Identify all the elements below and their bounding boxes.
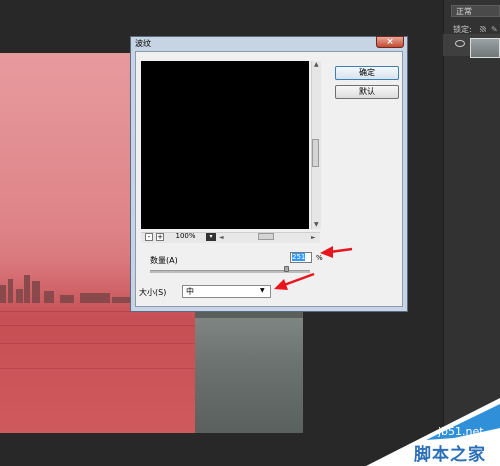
scroll-right-icon[interactable]: ► (311, 234, 316, 241)
zoom-minus-icon[interactable]: - (145, 233, 153, 241)
watermark-brand: 脚本之家 (414, 445, 486, 465)
ripple-dialog: 波纹 × ▲ ▼ ◄ ► - + 100% ▾ 确定 默认 数量(A) 251 … (130, 36, 408, 312)
dropdown-icon[interactable]: ▾ (206, 233, 216, 241)
dialog-body: ▲ ▼ ◄ ► - + 100% ▾ 确定 默认 数量(A) 251 % 大小(… (135, 51, 403, 307)
scroll-down-icon[interactable]: ▼ (314, 221, 319, 228)
default-button[interactable]: 默认 (335, 85, 399, 99)
zoom-value: 100% (175, 232, 196, 240)
size-select[interactable]: 中 (182, 285, 271, 298)
layer-thumbnail[interactable] (470, 38, 500, 58)
filter-preview[interactable] (141, 61, 309, 229)
close-icon[interactable]: × (376, 36, 404, 48)
zoom-plus-icon[interactable]: + (156, 233, 164, 241)
horizontal-scroll-thumb[interactable] (258, 233, 274, 240)
size-label: 大小(S) (139, 288, 167, 297)
scroll-up-icon[interactable]: ▲ (314, 61, 319, 68)
blend-mode-select[interactable]: 正常 (451, 5, 500, 17)
amount-label: 数量(A) (150, 256, 178, 265)
amount-slider-handle[interactable] (284, 266, 289, 272)
eye-icon[interactable] (455, 40, 465, 47)
amount-value: 251 (292, 253, 306, 261)
scroll-left-icon[interactable]: ◄ (219, 234, 224, 241)
lock-brush-icon[interactable]: ✎ (491, 25, 498, 34)
lock-pixels-icon[interactable] (480, 26, 486, 32)
dialog-title: 波纹 (135, 39, 151, 48)
amount-unit: % (316, 254, 323, 262)
vertical-scroll-thumb[interactable] (312, 139, 319, 167)
layers-panel (443, 0, 500, 466)
canvas-unfiltered-area (195, 318, 303, 433)
ok-button[interactable]: 确定 (335, 66, 399, 80)
amount-input[interactable]: 251 (290, 252, 312, 263)
watermark-site: jb51.net (438, 425, 484, 438)
dropdown-icon[interactable]: ▼ (260, 287, 265, 294)
